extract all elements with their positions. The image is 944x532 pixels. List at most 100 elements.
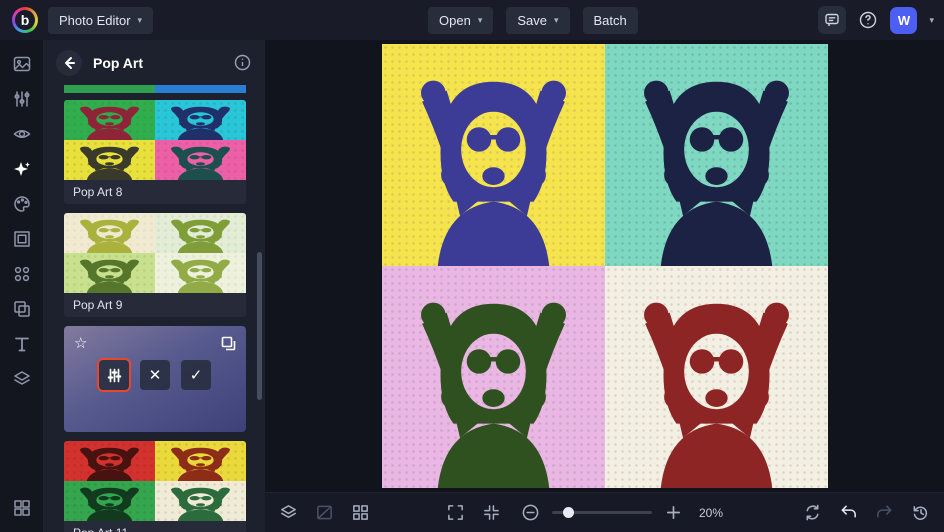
chevron-down-icon[interactable]: ▾: [929, 15, 934, 26]
popart-quadrant: [382, 266, 605, 488]
view-controls: [446, 503, 501, 522]
chevron-down-icon: ▾: [138, 15, 143, 26]
popart-quadrant: [64, 481, 155, 521]
edited-image: [382, 44, 828, 488]
batch-label: Batch: [594, 13, 627, 28]
sidebar-item-overlays[interactable]: [12, 299, 32, 319]
grid-view-button[interactable]: [351, 503, 370, 522]
effect-card-label: Pop Art 8: [64, 180, 246, 204]
check-icon: ✓: [190, 366, 203, 384]
sidebar-item-adjust[interactable]: [12, 89, 32, 109]
app-logo[interactable]: b: [12, 7, 38, 33]
collapse-icon: [482, 503, 501, 522]
help-button[interactable]: [858, 10, 878, 30]
popart-quadrant: [64, 213, 155, 253]
layers-button[interactable]: [279, 503, 298, 522]
compare-button[interactable]: [803, 503, 822, 522]
effect-card-active[interactable]: ☆ ✕ ✓: [64, 326, 246, 432]
panel-scrollbar[interactable]: [257, 252, 262, 400]
effect-thumbnail: [64, 213, 246, 293]
sidebar-item-photo[interactable]: [12, 54, 32, 74]
effect-card-popart9[interactable]: Pop Art 9: [64, 213, 246, 317]
sidebar-item-textures[interactable]: [12, 498, 32, 518]
feedback-button[interactable]: [818, 6, 846, 34]
arrow-left-icon: [62, 56, 76, 70]
open-label: Open: [439, 13, 471, 28]
chevron-down-icon: ▾: [478, 15, 483, 26]
effects-list: Pop Art 8 Pop Art 9 ☆: [64, 85, 246, 532]
close-icon: ✕: [149, 366, 162, 384]
duplicate-button[interactable]: [221, 336, 236, 351]
chat-bubble-icon: [824, 12, 840, 28]
effects-panel: Pop Art Pop Art 8: [44, 40, 265, 532]
popart-quadrant: [155, 100, 246, 140]
zoom-in-button[interactable]: [664, 503, 683, 522]
partial-thumbnail-top[interactable]: [64, 85, 246, 93]
panel-header: Pop Art: [44, 40, 265, 85]
popart-quadrant: [64, 441, 155, 481]
save-label: Save: [517, 13, 547, 28]
effect-thumbnail: [64, 100, 246, 180]
popart-quadrant: [155, 481, 246, 521]
avatar[interactable]: W: [890, 7, 917, 34]
sidebar-item-artsy[interactable]: [12, 194, 32, 214]
popart-quadrant: [155, 441, 246, 481]
grid-icon: [351, 503, 370, 522]
effect-card-popart8[interactable]: Pop Art 8: [64, 100, 246, 204]
question-circle-icon: [858, 10, 878, 30]
reset-button[interactable]: [911, 503, 930, 522]
sidebar-item-graphics[interactable]: [12, 264, 32, 284]
zoom-out-button[interactable]: [521, 503, 540, 522]
zoom-slider-knob[interactable]: [563, 507, 574, 518]
undo-button[interactable]: [839, 503, 858, 522]
chevron-down-icon: ▾: [554, 15, 559, 26]
redo-arrow-icon: [875, 503, 894, 522]
sidebar-item-touchup[interactable]: [12, 124, 32, 144]
zoom-slider[interactable]: [552, 511, 652, 514]
popart-quadrant: [64, 140, 155, 180]
sliders-icon: [107, 368, 122, 383]
favorite-star-icon[interactable]: ☆: [74, 336, 87, 351]
app-menu-button[interactable]: Photo Editor ▾: [48, 7, 153, 34]
sidebar-item-layers[interactable]: [12, 369, 32, 389]
bottom-toolbar: 20%: [265, 492, 944, 532]
effect-thumbnail: [64, 441, 246, 521]
cancel-effect-button[interactable]: ✕: [140, 360, 170, 390]
minus-circle-icon: [521, 503, 540, 522]
history-controls: [803, 503, 930, 522]
info-button[interactable]: [234, 54, 251, 71]
effect-card-popart11[interactable]: Pop Art 11: [64, 441, 246, 532]
file-actions: Open ▾ Save ▾ Batch: [428, 7, 638, 34]
sidebar-item-text[interactable]: [12, 334, 32, 354]
popart-quadrant: [605, 44, 828, 266]
fit-screen-button[interactable]: [482, 503, 501, 522]
open-button[interactable]: Open ▾: [428, 7, 493, 34]
popart-quadrant: [382, 44, 605, 266]
image-manager-icon: [315, 503, 334, 522]
popart-quadrant: [155, 213, 246, 253]
history-clock-icon: [911, 503, 930, 522]
sidebar-item-frames[interactable]: [12, 229, 32, 249]
sidebar-item-effects[interactable]: [12, 159, 32, 179]
undo-arrow-icon: [839, 503, 858, 522]
fullscreen-button[interactable]: [446, 503, 465, 522]
batch-button[interactable]: Batch: [583, 7, 638, 34]
panel-title: Pop Art: [93, 55, 143, 71]
apply-effect-button[interactable]: ✓: [181, 360, 211, 390]
back-button[interactable]: [56, 50, 82, 76]
redo-button[interactable]: [875, 503, 894, 522]
layers-icon: [279, 503, 298, 522]
popart-quadrant: [605, 266, 828, 488]
info-circle-icon: [234, 54, 251, 71]
top-bar: b Photo Editor ▾ Open ▾ Save ▾ Batch: [0, 0, 944, 40]
popart-quadrant: [155, 140, 246, 180]
active-card-actions: ✕ ✓: [74, 360, 236, 390]
effect-card-label: Pop Art 9: [64, 293, 246, 317]
avatar-initial: W: [898, 13, 910, 28]
popart-quadrant: [155, 253, 246, 293]
effect-settings-button[interactable]: [99, 360, 129, 390]
image-manager-button[interactable]: [315, 503, 334, 522]
save-button[interactable]: Save ▾: [506, 7, 569, 34]
popart-quadrant: [64, 253, 155, 293]
popart-quadrant: [64, 100, 155, 140]
